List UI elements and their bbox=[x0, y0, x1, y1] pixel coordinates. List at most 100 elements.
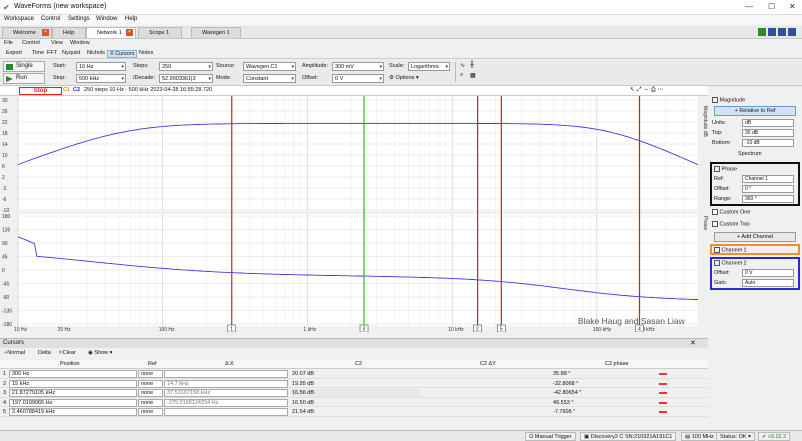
zoom-icon[interactable]: ⌕ bbox=[460, 72, 463, 79]
mode-select[interactable]: Constant ▾ bbox=[243, 74, 296, 83]
clear-button[interactable]: ✕Clear bbox=[58, 350, 76, 356]
start-input[interactable]: 10 Hz ▾ bbox=[76, 62, 126, 71]
close-panel-icon[interactable]: ✕ bbox=[690, 339, 696, 347]
subtab-nichols[interactable]: Nichols bbox=[85, 50, 107, 56]
dx-input[interactable] bbox=[164, 370, 288, 378]
c2-badge[interactable]: C2 bbox=[73, 87, 80, 93]
close-tab-icon[interactable]: × bbox=[126, 29, 133, 36]
spectrum-toggle[interactable]: Spectrum bbox=[738, 151, 762, 157]
delete-cursor-icon[interactable] bbox=[659, 373, 667, 375]
subtab-fft[interactable]: FFT bbox=[45, 50, 59, 56]
source-select[interactable]: Wavegen C1 ▾ bbox=[243, 62, 296, 71]
channel1-box[interactable]: Channel 1 bbox=[710, 244, 800, 255]
add-channel-button[interactable]: + Add Channel bbox=[714, 232, 796, 242]
table-row[interactable]: 5 2.460788419 kHz none 21.54 dB -7.7606 ° bbox=[0, 408, 708, 417]
checkbox-icon[interactable] bbox=[712, 221, 718, 227]
single-button[interactable]: Single bbox=[3, 61, 45, 72]
offset-input[interactable]: 0 V ▾ bbox=[332, 74, 384, 83]
position-input[interactable]: 300 Hz bbox=[9, 370, 137, 378]
layout-icon[interactable] bbox=[778, 28, 786, 36]
status-ok[interactable]: Status: OK ▾ bbox=[716, 432, 755, 441]
tab-wavegen[interactable]: Wavegen 1 bbox=[191, 27, 241, 38]
delete-cursor-icon[interactable] bbox=[659, 392, 667, 394]
menu-control[interactable]: Control bbox=[41, 16, 60, 22]
delete-cursor-icon[interactable] bbox=[659, 382, 667, 385]
menu-view[interactable]: View bbox=[51, 40, 63, 46]
dx-input[interactable] bbox=[164, 408, 288, 416]
checkbox-icon[interactable] bbox=[714, 247, 720, 253]
stop-input[interactable]: 500 kHz ▾ bbox=[76, 74, 126, 83]
channel2-toggle[interactable]: Channel 2 bbox=[714, 260, 747, 266]
custom-two-toggle[interactable]: Custom Two bbox=[712, 221, 750, 227]
relative-to-ref-button[interactable]: + Relative to Ref bbox=[714, 106, 796, 116]
position-input[interactable]: 21.87279105 kHz bbox=[9, 389, 137, 397]
minimize-icon[interactable]: — bbox=[745, 2, 753, 11]
grid-icon[interactable]: ▦ bbox=[470, 72, 476, 79]
decade-input[interactable]: 52.9903361|3 ▾ bbox=[159, 74, 213, 83]
ref-select[interactable]: none bbox=[138, 370, 163, 378]
menu-settings[interactable]: Settings bbox=[68, 16, 90, 22]
ref-select[interactable]: none bbox=[138, 379, 163, 388]
ref-select[interactable]: none bbox=[138, 398, 163, 407]
position-input[interactable]: 197.0199065 Hz bbox=[9, 398, 137, 407]
subtab-time[interactable]: Time bbox=[30, 50, 46, 56]
checkbox-checked-icon[interactable] bbox=[714, 260, 720, 266]
phase-toggle[interactable]: Phase bbox=[714, 166, 737, 172]
ref-select[interactable]: none bbox=[138, 408, 163, 416]
subtab-nyquist[interactable]: Nyquist bbox=[60, 50, 82, 56]
menu-file[interactable]: File bbox=[4, 40, 13, 46]
checkbox-checked-icon[interactable] bbox=[712, 97, 718, 103]
menu-workspace[interactable]: Workspace bbox=[4, 16, 34, 22]
table-row[interactable]: 4 197.0199065 Hz none -275.0198124234 Hz 16.… bbox=[0, 398, 708, 407]
clock-rate[interactable]: ▤ 100 MHz bbox=[681, 432, 718, 441]
top-input[interactable]: 30 dB bbox=[742, 129, 794, 137]
manual-trigger-button[interactable]: ⏻ Manual Trigger bbox=[525, 432, 576, 441]
subtab-notes[interactable]: Notes bbox=[137, 50, 155, 56]
maximize-icon[interactable]: ☐ bbox=[768, 2, 775, 11]
delete-cursor-icon[interactable] bbox=[659, 411, 667, 413]
magnitude-plot-area[interactable] bbox=[18, 96, 698, 211]
phase-offset-input[interactable]: 0 ° bbox=[742, 185, 794, 193]
custom-one-toggle[interactable]: Custom One bbox=[712, 209, 750, 215]
plot-toolbar-icons[interactable]: ↖ ⤢ ⇔ ⎙ ⋯ bbox=[630, 86, 663, 94]
tab-help[interactable]: Help bbox=[52, 27, 86, 38]
units-select[interactable]: dB bbox=[742, 119, 794, 127]
cursor-icon[interactable]: ╫ bbox=[470, 62, 474, 68]
help-icon[interactable] bbox=[788, 28, 796, 36]
play-icon[interactable] bbox=[758, 28, 766, 36]
bottom-input[interactable]: -10 dB bbox=[742, 139, 794, 147]
table-row[interactable]: 1 300 Hz none 20.07 dB 35.88 ° bbox=[0, 370, 708, 379]
subtab-export[interactable]: Export bbox=[4, 50, 24, 56]
close-tab-icon[interactable]: × bbox=[42, 29, 49, 36]
dx-input[interactable]: 14.7 kHz bbox=[164, 379, 288, 388]
close-icon[interactable]: ✕ bbox=[789, 2, 796, 11]
magnitude-toggle[interactable]: Magnitude bbox=[712, 97, 745, 103]
run-button[interactable]: Run bbox=[3, 73, 45, 84]
menu-window-sub[interactable]: Window bbox=[70, 40, 90, 46]
range-select[interactable]: 360 ° bbox=[742, 195, 794, 203]
amplitude-input[interactable]: 300 mV ▾ bbox=[332, 62, 384, 71]
ch2-gain-select[interactable]: Auto bbox=[742, 279, 794, 287]
dx-input[interactable]: 37.53167158 kHz bbox=[164, 389, 288, 397]
delete-cursor-icon[interactable] bbox=[659, 401, 667, 404]
menu-window[interactable]: Window bbox=[96, 16, 117, 22]
show-button[interactable]: ◉ Show ▾ bbox=[88, 350, 112, 356]
sweep-icon[interactable]: ∿ bbox=[460, 62, 465, 69]
tab-welcome[interactable]: Welcome × bbox=[2, 27, 52, 38]
table-row[interactable]: 3 21.87279105 kHz none 37.53167158 kHz 16.56… bbox=[0, 389, 708, 398]
ch2-offset-input[interactable]: 0 V bbox=[742, 269, 794, 277]
position-input[interactable]: 15 kHz bbox=[9, 379, 137, 388]
c1-badge[interactable]: C1 bbox=[63, 87, 70, 93]
tab-network[interactable]: Network 1 × bbox=[86, 27, 136, 38]
checkbox-icon[interactable] bbox=[712, 209, 718, 215]
device-info[interactable]: ▣ Discovery2 C SN:210321A191C1 bbox=[580, 432, 677, 441]
version-info[interactable]: ✔ v3.22.2 bbox=[758, 432, 791, 441]
options-button[interactable]: ⚙ Options ▾ bbox=[389, 75, 419, 81]
dx-input[interactable]: -275.0198124234 Hz bbox=[164, 398, 288, 407]
table-row[interactable]: 2 15 kHz none 14.7 kHz 19.95 dB -32.8068 ° bbox=[0, 379, 708, 388]
stop-icon[interactable] bbox=[768, 28, 776, 36]
scale-select[interactable]: Logarithmic ▾ bbox=[408, 62, 450, 71]
steps-input[interactable]: 250 ▾ bbox=[159, 62, 213, 71]
subtab-x-cursors[interactable]: X Cursors bbox=[107, 50, 138, 58]
position-input[interactable]: 2.460788419 kHz bbox=[9, 408, 137, 416]
